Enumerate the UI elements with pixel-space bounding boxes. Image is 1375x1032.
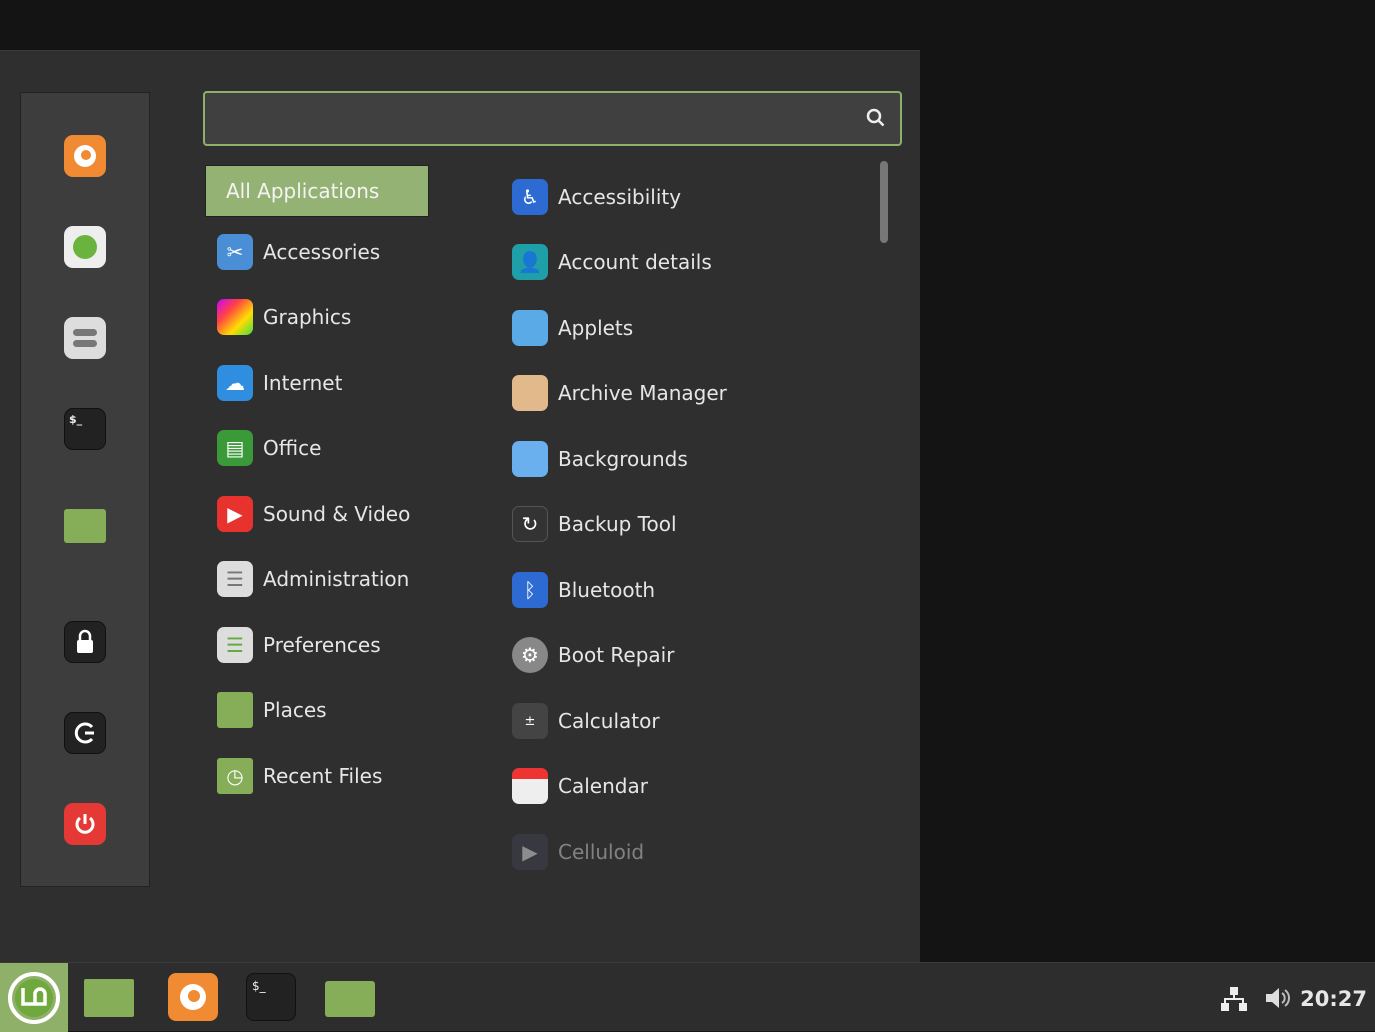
- taskbar: $_ 20:27: [0, 962, 1375, 1032]
- app-archive-manager[interactable]: Archive Manager: [512, 367, 727, 419]
- scissors-icon: ✂: [217, 234, 253, 270]
- favorites-sidebar: $_: [20, 92, 150, 887]
- scrollbar[interactable]: [880, 161, 888, 243]
- app-accessibility[interactable]: ♿ Accessibility: [512, 171, 681, 223]
- network-icon[interactable]: [1220, 985, 1248, 1013]
- backgrounds-icon: [512, 441, 548, 477]
- calculator-icon: ±: [512, 703, 548, 739]
- preferences-icon: ☰: [217, 627, 253, 663]
- search-icon: [866, 108, 885, 127]
- graphics-icon: [217, 299, 253, 335]
- category-places[interactable]: Places: [205, 684, 429, 736]
- cloud-icon: ☁: [217, 365, 253, 401]
- app-backgrounds[interactable]: Backgrounds: [512, 433, 688, 485]
- category-all-applications[interactable]: All Applications: [205, 165, 429, 217]
- category-accessories[interactable]: ✂ Accessories: [205, 226, 429, 278]
- celluloid-icon: ▶: [512, 834, 548, 870]
- category-office[interactable]: ▤ Office: [205, 422, 429, 474]
- clock[interactable]: 20:27: [1300, 987, 1367, 1011]
- category-graphics[interactable]: Graphics: [205, 291, 429, 343]
- boot-repair-icon: ⚙: [512, 637, 548, 673]
- terminal-launcher[interactable]: $_: [246, 973, 296, 1021]
- archive-icon: [512, 375, 548, 411]
- show-desktop-button[interactable]: [84, 979, 134, 1017]
- power-icon[interactable]: [64, 803, 106, 845]
- search-box[interactable]: [203, 91, 902, 146]
- firefox-icon[interactable]: [64, 135, 106, 177]
- play-icon: ▶: [217, 496, 253, 532]
- administration-icon: ☰: [217, 561, 253, 597]
- applets-icon: [512, 310, 548, 346]
- accessibility-icon: ♿: [512, 179, 548, 215]
- app-celluloid[interactable]: ▶ Celluloid: [512, 826, 644, 878]
- app-backup-tool[interactable]: ↻ Backup Tool: [512, 498, 677, 550]
- category-preferences[interactable]: ☰ Preferences: [205, 619, 429, 671]
- mint-logo-icon: [8, 971, 60, 1024]
- category-administration[interactable]: ☰ Administration: [205, 553, 429, 605]
- category-recent-files[interactable]: ◷ Recent Files: [205, 750, 429, 802]
- firefox-icon: [180, 984, 206, 1010]
- user-icon: 👤: [512, 244, 548, 280]
- files-launcher[interactable]: [325, 981, 375, 1017]
- app-calendar[interactable]: Calendar: [512, 760, 648, 812]
- logout-icon[interactable]: [64, 712, 106, 754]
- lock-icon[interactable]: [64, 621, 106, 663]
- app-boot-repair[interactable]: ⚙ Boot Repair: [512, 629, 674, 681]
- application-menu: $_ All Applications ✂ Accessories Graphic…: [0, 50, 920, 962]
- calendar-icon: [512, 768, 548, 804]
- settings-icon[interactable]: [64, 317, 106, 359]
- folder-icon: [217, 692, 253, 728]
- app-applets[interactable]: Applets: [512, 302, 633, 354]
- software-manager-icon[interactable]: [64, 226, 106, 268]
- folder-icon[interactable]: [64, 509, 106, 543]
- firefox-launcher[interactable]: [168, 973, 218, 1021]
- bluetooth-icon: ᛒ: [512, 572, 548, 608]
- category-internet[interactable]: ☁ Internet: [205, 357, 429, 409]
- app-bluetooth[interactable]: ᛒ Bluetooth: [512, 564, 655, 616]
- app-account-details[interactable]: 👤 Account details: [512, 236, 712, 288]
- app-calculator[interactable]: ± Calculator: [512, 695, 660, 747]
- recent-folder-icon: ◷: [217, 758, 253, 794]
- backup-icon: ↻: [512, 506, 548, 542]
- terminal-icon[interactable]: $_: [64, 408, 106, 450]
- office-icon: ▤: [217, 430, 253, 466]
- category-sound-video[interactable]: ▶ Sound & Video: [205, 488, 429, 540]
- search-input[interactable]: [205, 93, 845, 144]
- menu-button[interactable]: [0, 963, 68, 1032]
- volume-icon[interactable]: [1264, 985, 1292, 1011]
